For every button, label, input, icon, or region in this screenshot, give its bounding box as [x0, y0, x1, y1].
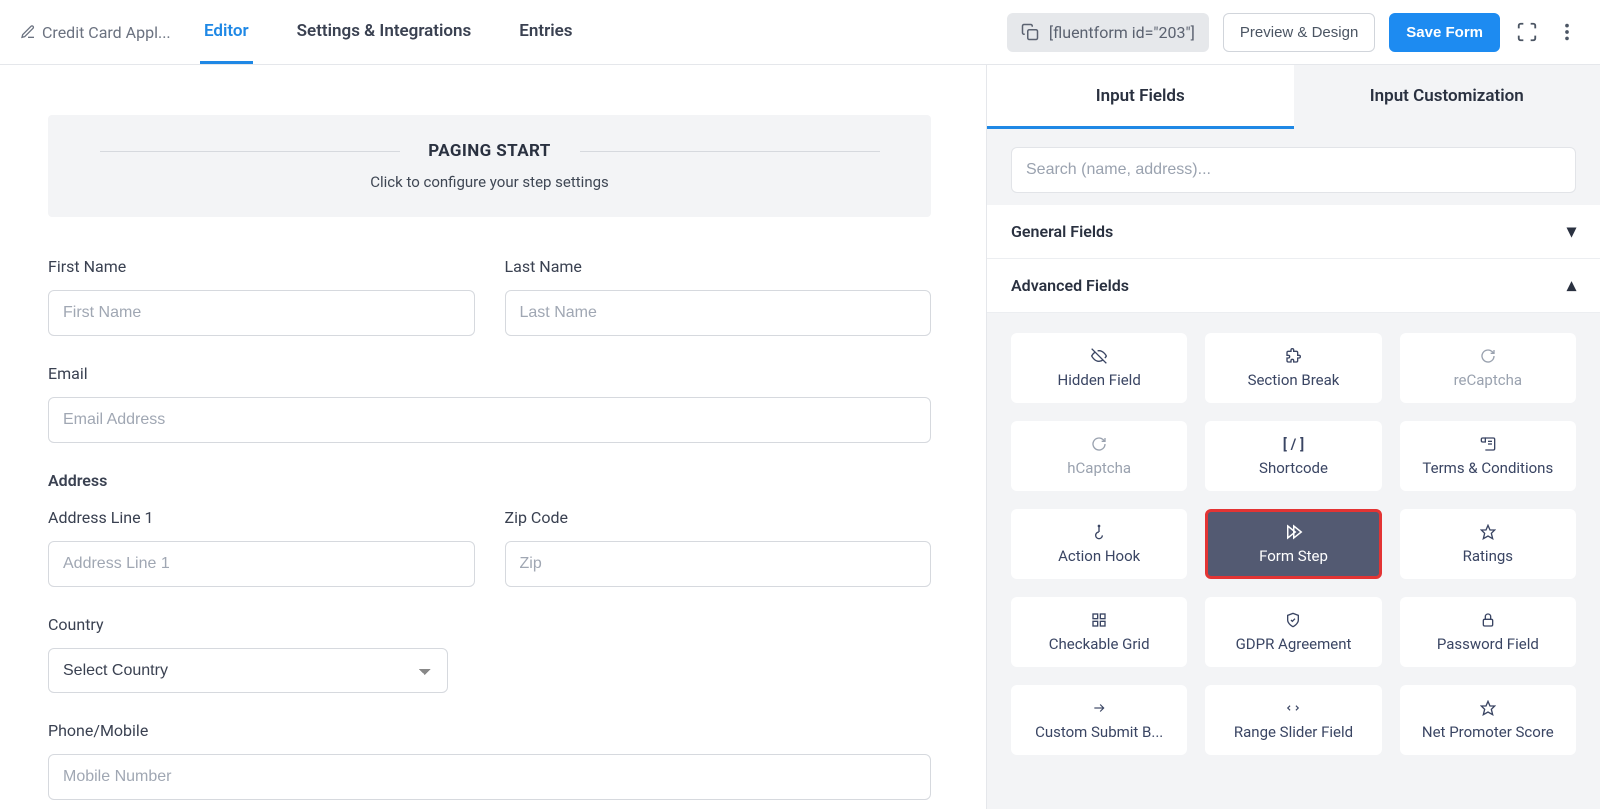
- field-card-ratings[interactable]: Ratings: [1400, 509, 1576, 579]
- lock-icon: [1480, 611, 1496, 629]
- section-general-label: General Fields: [1011, 222, 1113, 241]
- tab-input-customization[interactable]: Input Customization: [1294, 65, 1600, 129]
- chevron-down-icon: ▾: [1567, 221, 1576, 242]
- field-card-range-slider-field[interactable]: Range Slider Field: [1205, 685, 1381, 755]
- star-icon: [1480, 699, 1496, 717]
- country-select[interactable]: Select Country: [48, 648, 448, 693]
- field-card-label: Custom Submit B...: [1035, 723, 1163, 741]
- phone-field[interactable]: [48, 754, 931, 800]
- address-heading: Address: [48, 471, 931, 490]
- field-card-label: reCaptcha: [1454, 371, 1522, 389]
- field-card-label: Password Field: [1437, 635, 1539, 653]
- section-general-fields[interactable]: General Fields ▾: [987, 205, 1600, 259]
- first-name-label: First Name: [48, 257, 475, 276]
- field-card-label: Range Slider Field: [1234, 723, 1353, 741]
- expand-icon: [1516, 21, 1538, 43]
- field-card-hidden-field[interactable]: Hidden Field: [1011, 333, 1187, 403]
- copy-icon: [1021, 23, 1039, 41]
- save-button[interactable]: Save Form: [1389, 13, 1500, 52]
- tab-editor[interactable]: Editor: [200, 0, 253, 64]
- paging-subtitle: Click to configure your step settings: [78, 173, 901, 191]
- zip-field[interactable]: [505, 541, 932, 587]
- field-card-label: hCaptcha: [1067, 459, 1131, 477]
- field-card-label: GDPR Agreement: [1236, 635, 1352, 653]
- scroll-icon: [1480, 435, 1496, 453]
- shortcode-text: [fluentform id="203"]: [1049, 23, 1195, 42]
- field-card-section-break[interactable]: Section Break: [1205, 333, 1381, 403]
- field-card-shortcode[interactable]: [ / ] Shortcode: [1205, 421, 1381, 491]
- email-label: Email: [48, 364, 931, 383]
- field-card-hcaptcha[interactable]: hCaptcha: [1011, 421, 1187, 491]
- field-card-label: Ratings: [1463, 547, 1513, 565]
- field-card-label: Shortcode: [1259, 459, 1328, 477]
- shield-icon: [1285, 611, 1301, 629]
- tab-settings[interactable]: Settings & Integrations: [293, 0, 476, 64]
- phone-label: Phone/Mobile: [48, 721, 931, 740]
- field-card-net-promoter-score[interactable]: Net Promoter Score: [1400, 685, 1576, 755]
- fullscreen-button[interactable]: [1514, 19, 1540, 45]
- search-input[interactable]: [1011, 147, 1576, 193]
- slider-icon: [1284, 699, 1302, 717]
- fields-sidebar: Input Fields Input Customization General…: [986, 65, 1600, 809]
- grid-icon: [1091, 611, 1107, 629]
- chevron-up-icon: ▴: [1567, 275, 1576, 296]
- puzzle-icon: [1285, 347, 1301, 365]
- section-advanced-fields[interactable]: Advanced Fields ▴: [987, 259, 1600, 313]
- field-card-label: Action Hook: [1058, 547, 1140, 565]
- paging-title: PAGING START: [78, 141, 901, 161]
- field-card-label: Net Promoter Score: [1422, 723, 1554, 741]
- paging-start-block[interactable]: PAGING START Click to configure your ste…: [48, 115, 931, 217]
- address1-field[interactable]: [48, 541, 475, 587]
- last-name-label: Last Name: [505, 257, 932, 276]
- form-canvas[interactable]: PAGING START Click to configure your ste…: [0, 65, 986, 809]
- field-card-terms-conditions[interactable]: Terms & Conditions: [1400, 421, 1576, 491]
- form-title-text: Credit Card Appl...: [42, 23, 171, 42]
- field-card-recaptcha[interactable]: reCaptcha: [1400, 333, 1576, 403]
- field-card-gdpr-agreement[interactable]: GDPR Agreement: [1205, 597, 1381, 667]
- field-card-label: Section Break: [1248, 371, 1340, 389]
- field-card-label: Checkable Grid: [1049, 635, 1150, 653]
- kebab-icon: [1556, 21, 1578, 43]
- field-card-label: Form Step: [1259, 547, 1328, 565]
- last-name-field[interactable]: [505, 290, 932, 336]
- refresh-icon: [1480, 347, 1496, 365]
- pencil-icon: [20, 24, 36, 40]
- refresh-icon: [1091, 435, 1107, 453]
- form-title[interactable]: Credit Card Appl...: [20, 23, 200, 42]
- field-card-form-step[interactable]: Form Step: [1205, 509, 1381, 579]
- field-card-label: Hidden Field: [1058, 371, 1141, 389]
- email-field[interactable]: [48, 397, 931, 443]
- field-card-label: Terms & Conditions: [1422, 459, 1553, 477]
- star-icon: [1480, 523, 1496, 541]
- zip-label: Zip Code: [505, 508, 932, 527]
- skip-icon: [1283, 523, 1303, 541]
- tab-entries[interactable]: Entries: [515, 0, 576, 64]
- eye-off-icon: [1090, 347, 1108, 365]
- tab-input-fields[interactable]: Input Fields: [987, 65, 1294, 129]
- first-name-field[interactable]: [48, 290, 475, 336]
- section-advanced-label: Advanced Fields: [1011, 276, 1129, 295]
- address1-label: Address Line 1: [48, 508, 475, 527]
- brackets-icon: [ / ]: [1283, 435, 1304, 453]
- field-card-checkable-grid[interactable]: Checkable Grid: [1011, 597, 1187, 667]
- hook-icon: [1091, 523, 1107, 541]
- country-label: Country: [48, 615, 931, 634]
- field-card-custom-submit-b-[interactable]: Custom Submit B...: [1011, 685, 1187, 755]
- shortcode-display[interactable]: [fluentform id="203"]: [1007, 13, 1209, 52]
- preview-button[interactable]: Preview & Design: [1223, 13, 1375, 52]
- arrow-right-icon: [1089, 699, 1109, 717]
- field-card-password-field[interactable]: Password Field: [1400, 597, 1576, 667]
- field-card-action-hook[interactable]: Action Hook: [1011, 509, 1187, 579]
- more-button[interactable]: [1554, 19, 1580, 45]
